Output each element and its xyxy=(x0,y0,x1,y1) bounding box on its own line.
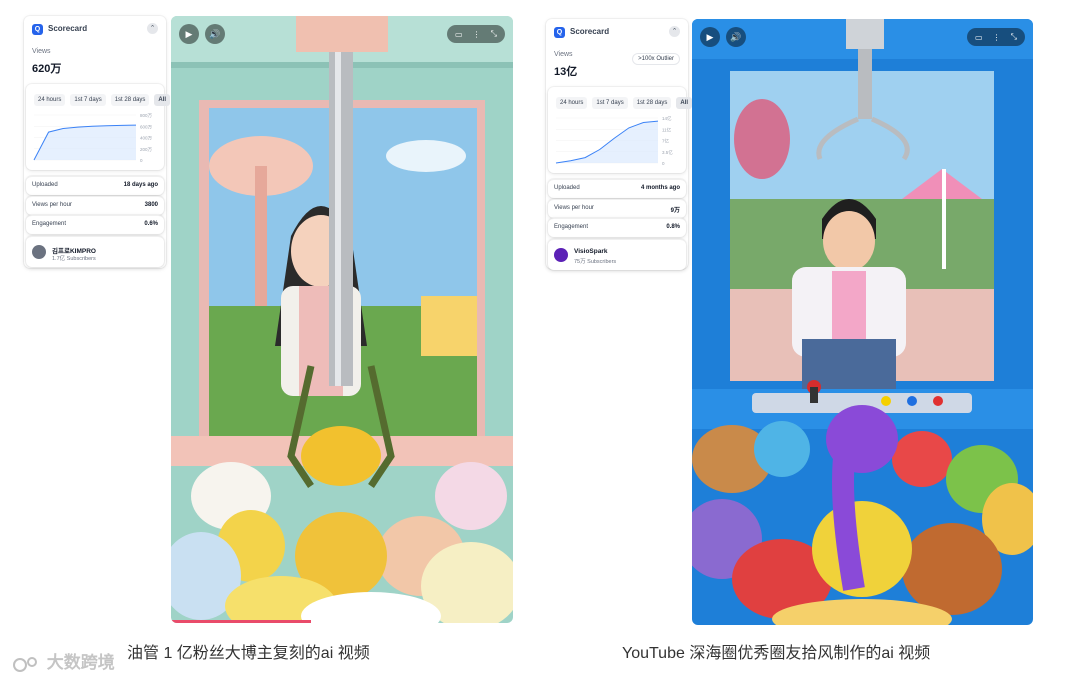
video-player-right[interactable]: ▶ 🔊 ▭ ⋮ ⤡ xyxy=(692,19,1033,625)
stat-views-per-hour: Views per hour 3800 xyxy=(26,196,164,215)
play-icon[interactable]: ▶ xyxy=(179,24,199,44)
views-chart-card: 24 hours 1st 7 days 1st 28 days All 800万… xyxy=(26,84,171,170)
outlier-badge: >100x Outlier xyxy=(632,53,680,65)
watermark-logo-icon xyxy=(13,656,37,672)
scorecard-logo-icon: Q xyxy=(32,24,43,35)
stat-value: 0.8% xyxy=(666,224,680,230)
scorecard-panel-left: Q Scorecard ⌃ Views 620万 24 hours 1st 7 … xyxy=(24,16,171,268)
chart-y-tick-label: 7亿 xyxy=(662,138,670,145)
time-range-tabs: 24 hours 1st 7 days 1st 28 days All xyxy=(556,97,693,109)
stat-label: Uploaded xyxy=(554,185,580,191)
views-label: Views xyxy=(32,48,51,55)
chart-y-tick-label: 11亿 xyxy=(662,126,672,133)
watermark: 大数跨境 xyxy=(12,648,115,673)
caption-left: 油管 1 亿粉丝大博主复刻的ai 视频 xyxy=(127,645,370,662)
scorecard-header: Q Scorecard ⌃ xyxy=(24,16,166,46)
tab-24-hours[interactable]: 24 hours xyxy=(556,97,588,109)
channel-name: VisioSpark xyxy=(574,248,608,255)
channel-row[interactable]: 김프로KIMPRO 1.7亿 Subscribers xyxy=(26,236,164,267)
scorecard-title: Scorecard xyxy=(570,27,610,36)
avatar xyxy=(32,245,46,259)
chart-y-tick-label: 800万 xyxy=(140,113,153,119)
stat-label: Uploaded xyxy=(32,182,58,188)
stat-label: Views per hour xyxy=(554,205,594,211)
views-label: Views xyxy=(554,51,573,58)
stat-uploaded: Uploaded 18 days ago xyxy=(26,176,164,195)
stat-value: 18 days ago xyxy=(123,182,158,188)
stat-value: 4 months ago xyxy=(640,185,680,191)
scorecard-header: Q Scorecard ⌃ xyxy=(546,19,688,49)
tab-all[interactable]: All xyxy=(676,97,693,109)
stat-value: 9万 xyxy=(670,208,680,214)
chart-area xyxy=(556,121,658,163)
stat-label: Views per hour xyxy=(32,202,72,208)
tab-first-28-days[interactable]: 1st 28 days xyxy=(632,97,672,109)
tab-24-hours[interactable]: 24 hours xyxy=(34,94,66,106)
stat-engagement: Engagement 0.6% xyxy=(26,215,164,234)
player-top-right-controls: ▭ ⋮ ⤡ xyxy=(447,25,505,43)
stat-label: Engagement xyxy=(554,224,589,230)
channel-subscribers: 1.7亿 Subscribers xyxy=(52,256,96,262)
views-value: 13亿 xyxy=(554,66,578,78)
chart-y-tick-label: 0 xyxy=(662,161,665,166)
subtitles-icon[interactable]: ▭ xyxy=(455,30,463,39)
collapse-icon[interactable]: ⌃ xyxy=(669,26,680,37)
chart-y-tick-label: 0 xyxy=(140,158,143,163)
video-frame-claw-machine-left xyxy=(171,16,513,623)
tab-all[interactable]: All xyxy=(154,94,171,106)
volume-icon[interactable]: 🔊 xyxy=(726,27,746,47)
chart-area xyxy=(34,125,136,160)
more-vert-icon[interactable]: ⋮ xyxy=(473,30,481,39)
views-chart: 800万 600万 400万 200万 0 xyxy=(33,113,153,163)
scorecard-title: Scorecard xyxy=(48,24,88,33)
avatar xyxy=(554,248,568,262)
chart-y-tick-label: 14亿 xyxy=(662,115,672,122)
stat-engagement: Engagement 0.8% xyxy=(548,218,686,237)
stat-value: 0.6% xyxy=(144,221,158,227)
video-frame-claw-machine-right xyxy=(692,19,1033,625)
more-vert-icon[interactable]: ⋮ xyxy=(993,33,1001,42)
stat-value: 3800 xyxy=(144,202,158,208)
channel-row[interactable]: VisioSpark 75万 Subscribers xyxy=(548,239,686,270)
channel-subscribers: 75万 Subscribers xyxy=(574,259,617,265)
volume-icon[interactable]: 🔊 xyxy=(205,24,225,44)
views-chart: 14亿 11亿 7亿 3.5亿 0 xyxy=(555,115,673,166)
scorecard-logo-icon: Q xyxy=(554,27,565,38)
views-chart-card: 24 hours 1st 7 days 1st 28 days All 14亿 1… xyxy=(548,87,693,173)
scorecard-panel-right: Q Scorecard ⌃ Views 13亿 >100x Outlier 24… xyxy=(546,19,693,270)
tab-first-7-days[interactable]: 1st 7 days xyxy=(592,97,628,109)
caption-right: YouTube 深海圈优秀圈友拾风制作的ai 视频 xyxy=(622,645,931,662)
chart-y-tick-label: 400万 xyxy=(140,136,153,142)
chart-y-tick-label: 200万 xyxy=(140,147,153,153)
views-value: 620万 xyxy=(32,63,62,75)
collapse-icon[interactable]: ⌃ xyxy=(147,23,158,34)
stat-label: Engagement xyxy=(32,221,67,227)
fullscreen-icon[interactable]: ⤡ xyxy=(1011,32,1017,42)
player-top-right-controls: ▭ ⋮ ⤡ xyxy=(967,28,1025,46)
video-player-left[interactable]: ▶ 🔊 ▭ ⋮ ⤡ xyxy=(171,16,513,623)
subtitles-icon[interactable]: ▭ xyxy=(975,33,983,42)
play-icon[interactable]: ▶ xyxy=(700,27,720,47)
watermark-text: 大数跨境 xyxy=(46,653,115,672)
fullscreen-icon[interactable]: ⤡ xyxy=(491,29,497,39)
stat-uploaded: Uploaded 4 months ago xyxy=(548,179,686,198)
chart-y-tick-label: 3.5亿 xyxy=(662,149,673,156)
chart-y-tick-label: 600万 xyxy=(140,124,153,130)
tab-first-7-days[interactable]: 1st 7 days xyxy=(70,94,106,106)
time-range-tabs: 24 hours 1st 7 days 1st 28 days All xyxy=(34,94,171,106)
stat-views-per-hour: Views per hour 9万 xyxy=(548,199,686,218)
tab-first-28-days[interactable]: 1st 28 days xyxy=(110,94,150,106)
